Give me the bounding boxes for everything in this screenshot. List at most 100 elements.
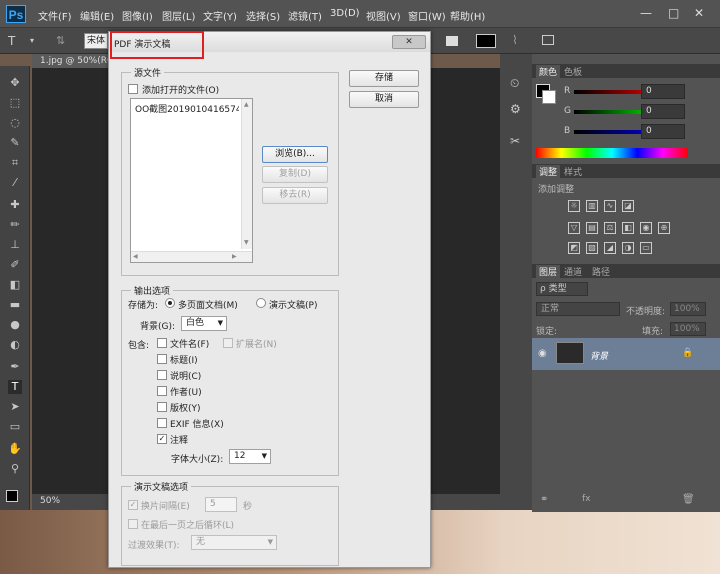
clone-stamp-tool-icon[interactable]: ⊥ bbox=[8, 238, 22, 252]
filename-checkbox[interactable] bbox=[157, 338, 167, 348]
tools-preset-icon[interactable]: ✂ bbox=[510, 134, 520, 148]
dodge-tool-icon[interactable]: ◐ bbox=[8, 338, 22, 352]
quick-select-tool-icon[interactable]: ✎ bbox=[8, 136, 22, 150]
blur-tool-icon[interactable]: ● bbox=[8, 318, 22, 332]
tab-adjustments[interactable]: 调整 bbox=[536, 165, 561, 178]
levels-icon[interactable]: ▥ bbox=[586, 200, 598, 212]
menu-type[interactable]: 文字(Y) bbox=[203, 8, 237, 23]
threshold-icon[interactable]: ◢ bbox=[604, 242, 616, 254]
fill-field[interactable]: 100% bbox=[670, 322, 706, 336]
transition-select[interactable]: 无 ▼ bbox=[191, 535, 277, 550]
photo-filter-icon[interactable]: ◉ bbox=[640, 222, 652, 234]
brush-tool-icon[interactable]: ✏ bbox=[8, 218, 22, 232]
layer-name[interactable]: 背景 bbox=[590, 349, 608, 362]
color-balance-icon[interactable]: ⚖ bbox=[604, 222, 616, 234]
menu-select[interactable]: 选择(S) bbox=[246, 8, 280, 23]
pen-tool-icon[interactable]: ✒ bbox=[8, 360, 22, 374]
cancel-button[interactable]: 取消 bbox=[349, 91, 419, 108]
author-label[interactable]: 作者(U) bbox=[170, 385, 202, 398]
menu-image[interactable]: 图像(I) bbox=[122, 8, 153, 23]
list-item[interactable]: OO截图20190104165742.jpg bbox=[135, 102, 239, 115]
trash-icon[interactable]: 🗑 bbox=[682, 494, 695, 505]
author-checkbox[interactable] bbox=[157, 386, 167, 396]
gradient-map-icon[interactable]: ▭ bbox=[640, 242, 652, 254]
menu-window[interactable]: 窗口(W) bbox=[408, 8, 446, 23]
add-open-files-label[interactable]: 添加打开的文件(O) bbox=[142, 83, 219, 96]
restore-icon[interactable]: □ bbox=[668, 6, 679, 20]
path-select-tool-icon[interactable]: ➤ bbox=[8, 400, 22, 414]
scroll-left-icon[interactable]: ◀ bbox=[133, 253, 138, 260]
tab-color[interactable]: 颜色 bbox=[536, 65, 561, 78]
save-button[interactable]: 存储 bbox=[349, 70, 419, 87]
presentation-radio[interactable] bbox=[256, 298, 266, 308]
menu-view[interactable]: 视图(V) bbox=[366, 8, 401, 23]
multi-page-label[interactable]: 多页面文档(M) bbox=[178, 298, 238, 311]
brightness-icon[interactable]: ☼ bbox=[568, 200, 580, 212]
menu-help[interactable]: 帮助(H) bbox=[450, 8, 485, 23]
font-family-field[interactable]: 宋体 bbox=[84, 33, 108, 49]
zoom-level[interactable]: 50% bbox=[40, 496, 60, 506]
scroll-up-icon[interactable]: ▲ bbox=[244, 101, 249, 108]
filename-label[interactable]: 文件名(F) bbox=[170, 337, 209, 350]
presentation-label[interactable]: 演示文稿(P) bbox=[269, 298, 317, 311]
description-label[interactable]: 说明(C) bbox=[170, 369, 201, 382]
link-icon[interactable]: ⚭ bbox=[540, 494, 548, 505]
history-brush-tool-icon[interactable]: ✐ bbox=[8, 258, 22, 272]
chevron-down-icon[interactable]: ▾ bbox=[30, 36, 34, 45]
scroll-right-icon[interactable]: ▶ bbox=[232, 253, 237, 260]
duplicate-button[interactable]: 复制(D) bbox=[262, 166, 328, 183]
document-tab[interactable]: 1.jpg @ 50%(RG bbox=[32, 54, 112, 68]
loop-checkbox[interactable] bbox=[128, 519, 138, 529]
healing-brush-tool-icon[interactable]: ✚ bbox=[8, 198, 22, 212]
tab-channels[interactable]: 通道 bbox=[564, 265, 582, 278]
title-label[interactable]: 标题(I) bbox=[170, 353, 198, 366]
curves-icon[interactable]: ∿ bbox=[604, 200, 616, 212]
exif-checkbox[interactable] bbox=[157, 418, 167, 428]
crop-tool-icon[interactable]: ⌗ bbox=[8, 156, 22, 170]
add-open-files-checkbox[interactable] bbox=[128, 84, 138, 94]
tab-layers[interactable]: 图层 bbox=[536, 265, 561, 278]
lasso-tool-icon[interactable]: ◌ bbox=[8, 116, 22, 130]
source-file-list[interactable]: OO截图20190104165742.jpg ▲ ▼ ◀ ▶ bbox=[130, 98, 253, 263]
marquee-tool-icon[interactable]: ⬚ bbox=[8, 96, 22, 110]
title-checkbox[interactable] bbox=[157, 354, 167, 364]
hand-tool-icon[interactable]: ✋ bbox=[8, 442, 22, 456]
selective-color-icon[interactable]: ◑ bbox=[622, 242, 634, 254]
font-size-select[interactable]: 12 ▼ bbox=[229, 449, 271, 464]
blue-value[interactable]: 0 bbox=[641, 124, 685, 139]
move-tool-icon[interactable]: ✥ bbox=[8, 76, 22, 90]
rectangle-tool-icon[interactable]: ▭ bbox=[8, 420, 22, 434]
annotations-label[interactable]: 注释 bbox=[170, 433, 188, 446]
exif-label[interactable]: EXIF 信息(X) bbox=[170, 417, 224, 430]
multi-page-radio[interactable] bbox=[165, 298, 175, 308]
vertical-scrollbar[interactable]: ▲ ▼ bbox=[241, 99, 252, 249]
history-icon[interactable]: ⏲ bbox=[510, 76, 519, 91]
tab-styles[interactable]: 样式 bbox=[564, 165, 582, 178]
advance-seconds-field[interactable]: 5 bbox=[205, 497, 237, 512]
layer-filter-select[interactable]: ρ 类型 bbox=[536, 282, 588, 296]
channel-mixer-icon[interactable]: ⊕ bbox=[658, 222, 670, 234]
exposure-icon[interactable]: ◪ bbox=[622, 200, 634, 212]
horizontal-scrollbar[interactable]: ◀ ▶ bbox=[131, 251, 252, 262]
tab-swatches[interactable]: 色板 bbox=[564, 65, 582, 78]
black-white-icon[interactable]: ◧ bbox=[622, 222, 634, 234]
menu-layer[interactable]: 图层(L) bbox=[162, 8, 195, 23]
hue-saturation-icon[interactable]: ▤ bbox=[586, 222, 598, 234]
menu-edit[interactable]: 编辑(E) bbox=[80, 8, 114, 23]
visibility-eye-icon[interactable]: ◉ bbox=[538, 348, 547, 359]
vibrance-icon[interactable]: ▽ bbox=[568, 222, 580, 234]
browse-button[interactable]: 浏览(B)... bbox=[262, 146, 328, 163]
character-panel-icon[interactable] bbox=[542, 35, 554, 45]
advance-every-label[interactable]: 换片间隔(E) bbox=[141, 499, 190, 512]
align-right-icon[interactable] bbox=[446, 36, 458, 46]
foreground-color-swatch[interactable] bbox=[6, 490, 18, 502]
type-tool-icon[interactable]: T bbox=[8, 380, 22, 394]
annotations-checkbox[interactable]: ✓ bbox=[157, 434, 167, 444]
loop-label[interactable]: 在最后一页之后循环(L) bbox=[141, 518, 234, 531]
posterize-icon[interactable]: ▨ bbox=[586, 242, 598, 254]
tab-paths[interactable]: 路径 bbox=[592, 265, 610, 278]
minimize-icon[interactable]: — bbox=[640, 6, 652, 20]
properties-icon[interactable]: ⚙ bbox=[510, 102, 521, 116]
opacity-field[interactable]: 100% bbox=[670, 302, 706, 316]
copyright-label[interactable]: 版权(Y) bbox=[170, 401, 201, 414]
